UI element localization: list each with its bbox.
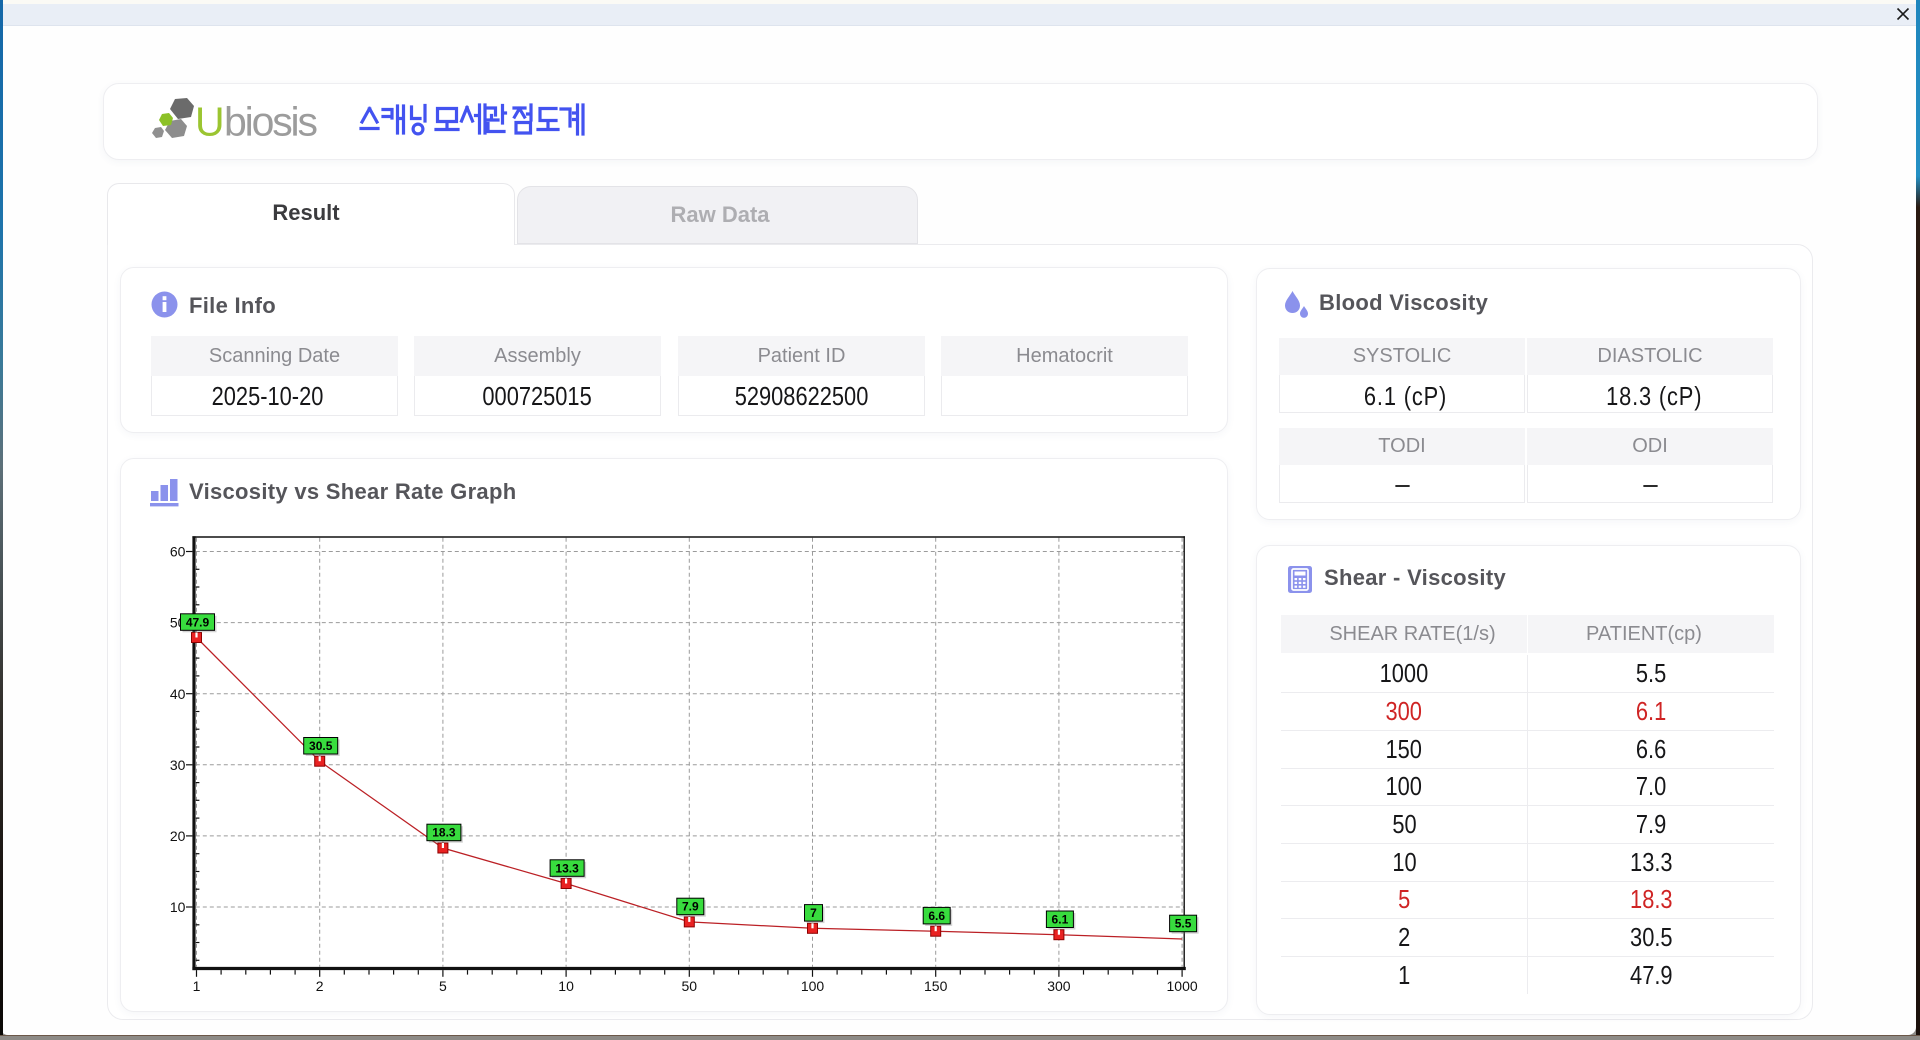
svg-text:7: 7	[810, 906, 817, 920]
svg-text:U: U	[195, 99, 225, 145]
svg-text:7.9: 7.9	[682, 900, 699, 914]
svg-text:13.3: 13.3	[555, 861, 579, 875]
svg-text:300: 300	[1047, 978, 1071, 994]
svg-text:biosis: biosis	[224, 99, 318, 145]
svg-text:47.9: 47.9	[186, 615, 210, 629]
svg-text:30: 30	[170, 757, 186, 773]
svg-text:5.5: 5.5	[1175, 917, 1192, 931]
svg-text:50: 50	[682, 978, 698, 994]
svg-text:6.1: 6.1	[1052, 913, 1069, 927]
svg-text:30.5: 30.5	[309, 739, 333, 753]
svg-text:6.6: 6.6	[928, 909, 945, 923]
svg-text:2: 2	[316, 978, 324, 994]
svg-text:1000: 1000	[1167, 978, 1198, 994]
svg-text:40: 40	[170, 686, 186, 702]
svg-text:20: 20	[170, 828, 186, 844]
svg-text:150: 150	[924, 978, 948, 994]
svg-text:100: 100	[801, 978, 825, 994]
svg-text:1: 1	[193, 978, 201, 994]
svg-text:10: 10	[558, 978, 574, 994]
svg-text:10: 10	[170, 899, 186, 915]
svg-text:5: 5	[439, 978, 447, 994]
svg-text:60: 60	[170, 544, 186, 560]
svg-text:18.3: 18.3	[432, 826, 456, 840]
